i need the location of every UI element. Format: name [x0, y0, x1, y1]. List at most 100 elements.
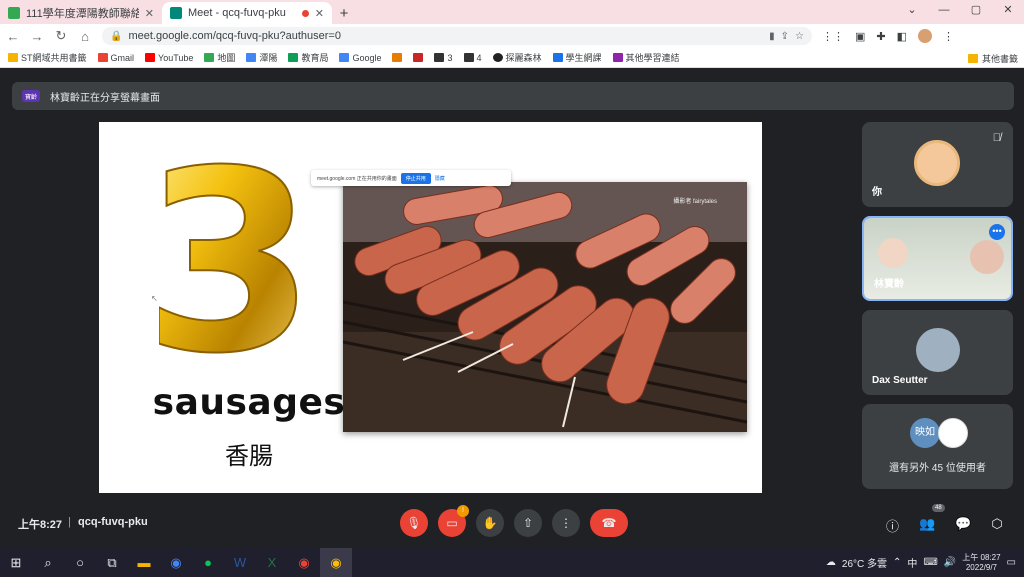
search-icon[interactable]: ⌕	[32, 548, 64, 577]
gmail-icon	[97, 53, 108, 62]
participant-tile[interactable]: Dax Seutter	[862, 310, 1013, 395]
share-icon[interactable]: ⇪	[781, 31, 789, 42]
stop-sharing-button[interactable]: 停止共用	[400, 172, 431, 184]
screen-share-notice: meet.google.com 正在共用你的畫面 停止共用 隱藏	[311, 170, 511, 186]
more-options-icon[interactable]: •••	[989, 224, 1005, 240]
start-icon[interactable]: ⊞	[0, 548, 32, 577]
bookmark-item[interactable]: 潭陽	[246, 51, 277, 64]
meet-icon	[170, 7, 182, 19]
tab-search-icon[interactable]: ⌄	[896, 0, 928, 22]
bookmark-item[interactable]: 教育局	[288, 51, 328, 64]
bookmark-item[interactable]: 3	[434, 53, 453, 63]
bookmark-item[interactable]: Gmail	[97, 53, 134, 63]
bookmark-item[interactable]	[413, 53, 424, 62]
apps-icon[interactable]: ⋮⋮	[822, 30, 844, 43]
bookmark-item[interactable]: Google	[339, 53, 381, 63]
sidepanel-icon[interactable]: ◧	[897, 30, 907, 43]
avatar	[938, 418, 968, 448]
notification-icon[interactable]: ▭	[1007, 557, 1016, 568]
maximize-icon[interactable]: ▢	[960, 0, 992, 22]
bookmark-item[interactable]: 4	[463, 53, 482, 63]
others-tile[interactable]: 映如 還有另外 45 位使用者	[862, 404, 1013, 489]
avatar	[914, 140, 960, 186]
tab-meet[interactable]: Meet - qcq-fuvq-pku ✕	[162, 2, 332, 24]
bookmark-item[interactable]	[392, 53, 403, 62]
share-notice-text: meet.google.com 正在共用你的畫面	[317, 175, 397, 182]
cortana-icon[interactable]: ○	[64, 548, 96, 577]
task-view-icon[interactable]: ⧉	[96, 548, 128, 577]
line-icon[interactable]: ●	[192, 548, 224, 577]
bookmark-item[interactable]: 探麗森林	[492, 51, 542, 64]
mic-toggle-button[interactable]: 🎙	[400, 509, 428, 537]
file-explorer-icon[interactable]: ▬	[128, 548, 160, 577]
star-icon[interactable]: ☆	[795, 31, 804, 42]
lock-icon[interactable]: 🔒	[110, 31, 122, 42]
google-icon	[339, 53, 350, 62]
profile-avatar[interactable]	[918, 29, 933, 43]
participant-name: 你	[872, 187, 882, 198]
right-controls: ⓘ 👥 💬 ⬡	[886, 516, 1003, 535]
info-icon[interactable]: ⓘ	[886, 516, 899, 535]
raise-hand-button[interactable]: ✋	[476, 509, 504, 537]
extension-icon[interactable]: ▣	[855, 30, 865, 43]
forward-icon[interactable]: →	[30, 29, 44, 44]
puzzle-icon[interactable]: ✚	[876, 30, 885, 43]
network-icon[interactable]: ⌨	[923, 557, 937, 568]
school-icon	[246, 53, 257, 62]
bookmark-item[interactable]: YouTube	[145, 53, 193, 63]
bookmark-icon	[552, 53, 563, 62]
weather-text[interactable]: 26°C 多雲	[842, 555, 887, 570]
home-icon[interactable]: ⌂	[78, 29, 92, 44]
bookmark-item[interactable]: 地圖	[204, 51, 235, 64]
participant-tile-presenter[interactable]: ••• 林寶齡	[862, 216, 1013, 301]
more-vert-icon: ⋮	[560, 516, 572, 530]
participant-tile-self[interactable]: 🎙̸ 你	[862, 122, 1013, 207]
meet-stage: 寶齡 林寶齡正在分享螢幕畫面 3 ↖ sausages 香腸 攝影者 fairy…	[0, 68, 1024, 548]
input-mode-icon[interactable]: 中	[907, 555, 917, 570]
word-icon[interactable]: W	[224, 548, 256, 577]
address-bar[interactable]: 🔒 meet.google.com/qcq-fuvq-pku?authuser=…	[102, 27, 812, 45]
close-tab-icon[interactable]: ✕	[315, 7, 324, 20]
volume-icon[interactable]: 🔊	[944, 557, 956, 568]
chrome-active-icon[interactable]: ◉	[320, 548, 352, 577]
other-bookmarks[interactable]: 其他書籤	[967, 52, 1018, 65]
excel-icon[interactable]: X	[256, 548, 288, 577]
mic-off-icon: 🎙̸	[992, 132, 1001, 144]
bookmark-icon	[413, 53, 424, 62]
windows-taskbar: ⊞ ⌕ ○ ⧉ ▬ ◉ ● W X ◉ ◉ ☁ 26°C 多雲 ⌃ 中 ⌨ 🔊 …	[0, 548, 1024, 577]
new-tab-button[interactable]: +	[332, 2, 356, 24]
leave-call-button[interactable]: ☎	[590, 509, 628, 537]
bookmark-item[interactable]: 學生網課	[552, 51, 602, 64]
people-icon[interactable]: 👥	[919, 516, 935, 535]
avatar: 映如	[910, 418, 940, 448]
back-icon[interactable]: ←	[6, 29, 20, 44]
bookmark-item[interactable]: 其他學習連結	[612, 51, 680, 64]
bookmark-icon	[434, 53, 445, 62]
activities-icon[interactable]: ⬡	[991, 516, 1002, 535]
more-options-button[interactable]: ⋮	[552, 509, 580, 537]
others-count: 還有另外 45 位使用者	[889, 463, 986, 474]
present-button[interactable]: ⇧	[514, 509, 542, 537]
edu-icon	[288, 53, 299, 62]
weather-icon[interactable]: ☁	[826, 557, 836, 568]
shared-screen: 3 ↖ sausages 香腸 攝影者 fairytales meet.goog…	[99, 122, 762, 493]
presenter-badge: 寶齡	[22, 90, 40, 102]
minimize-icon[interactable]: —	[928, 0, 960, 22]
url-text: meet.google.com/qcq-fuvq-pku?authuser=0	[128, 30, 341, 42]
tray-arrow-icon[interactable]: ⌃	[893, 557, 901, 568]
system-clock[interactable]: 上午 08:27 2022/9/7	[962, 553, 1000, 573]
chrome-profile-icon[interactable]: ◉	[288, 548, 320, 577]
camera-toggle-button[interactable]: ▭!	[438, 505, 469, 537]
hide-button[interactable]: 隱藏	[435, 175, 445, 182]
chat-icon[interactable]: 💬	[955, 516, 971, 535]
gold-number-graphic: 3	[159, 144, 299, 374]
presentation-banner: 寶齡 林寶齡正在分享螢幕畫面	[12, 82, 1014, 110]
menu-icon[interactable]: ⋮	[943, 30, 954, 43]
close-window-icon[interactable]: ✕	[992, 0, 1024, 22]
tab-classroom[interactable]: 111學年度潭陽教師聯絡教室 ✕	[0, 2, 162, 24]
bookmark-item[interactable]: ST網域共用書籤	[8, 51, 87, 64]
camera-icon[interactable]: ▮	[769, 31, 775, 42]
close-tab-icon[interactable]: ✕	[145, 7, 154, 20]
chrome-icon[interactable]: ◉	[160, 548, 192, 577]
reload-icon[interactable]: ↻	[54, 28, 68, 44]
